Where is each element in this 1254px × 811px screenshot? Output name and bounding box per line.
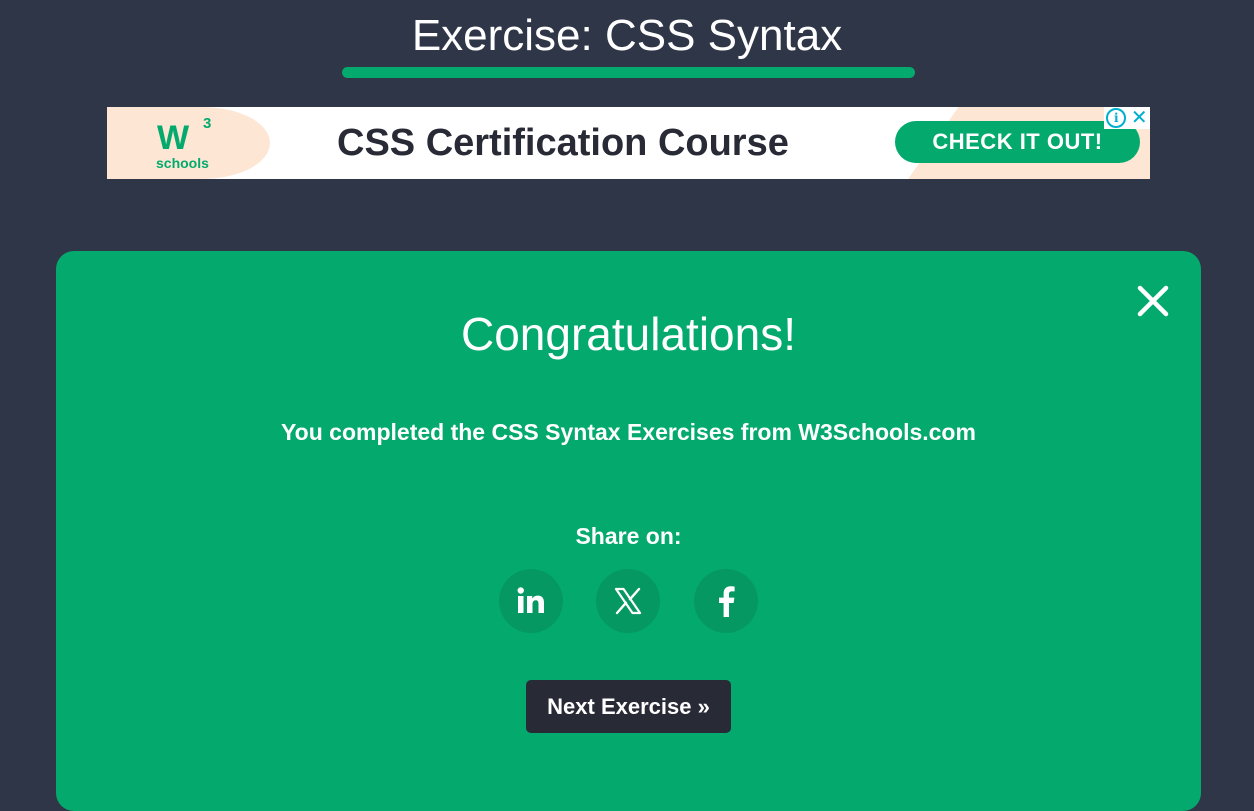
modal-title: Congratulations! [461, 308, 796, 360]
ad-choices[interactable]: i ✕ [1104, 107, 1150, 129]
congratulations-modal: Congratulations! You completed the CSS S… [56, 251, 1201, 811]
facebook-icon [719, 586, 735, 617]
ad-headline: CSS Certification Course [337, 122, 789, 164]
logo-mark: W [157, 119, 189, 157]
share-facebook-button[interactable] [694, 569, 758, 633]
next-exercise-button[interactable]: Next Exercise » [526, 680, 731, 733]
share-linkedin-button[interactable] [499, 569, 563, 633]
w3schools-logo: W 3 schools [147, 115, 227, 175]
logo-text: schools [156, 155, 209, 171]
share-buttons [499, 569, 759, 633]
info-icon[interactable]: i [1106, 108, 1127, 128]
title-underline [342, 67, 915, 78]
close-icon[interactable]: ✕ [1131, 108, 1148, 128]
linkedin-icon [517, 587, 544, 613]
x-icon [614, 587, 642, 615]
share-x-button[interactable] [596, 569, 660, 633]
ad-banner[interactable]: W 3 schools CSS Certification Course CHE… [107, 107, 1150, 179]
share-label: Share on: [575, 523, 682, 549]
completion-message: You completed the CSS Syntax Exercises f… [281, 419, 976, 445]
page-header: Exercise: CSS Syntax [0, 0, 1254, 90]
logo-superscript: 3 [203, 115, 212, 132]
page-title: Exercise: CSS Syntax [411, 11, 843, 60]
